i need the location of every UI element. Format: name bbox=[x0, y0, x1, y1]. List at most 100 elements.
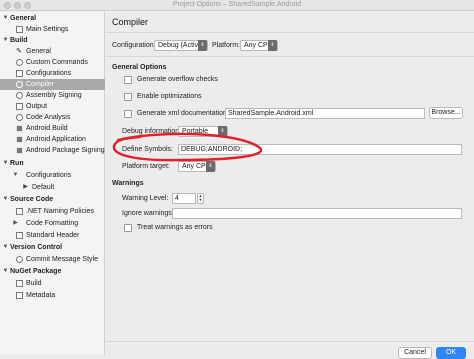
general-options-heading: General Options bbox=[112, 64, 167, 71]
sidebar-item-configurations[interactable]: Configurations bbox=[0, 68, 105, 79]
document-icon bbox=[16, 103, 23, 110]
sidebar-item-android-package-signing[interactable]: Android Package Signing bbox=[0, 145, 105, 156]
square-icon bbox=[16, 136, 23, 143]
disclosure-triangle-icon[interactable]: ▼ bbox=[2, 13, 9, 24]
treat-warnings-label: Treat warnings as errors bbox=[137, 224, 213, 231]
chevron-updown-icon: ⇕ bbox=[198, 40, 207, 51]
sidebar-item-default[interactable]: ▶ Default bbox=[0, 182, 105, 193]
sidebar-item-label: Standard Header bbox=[26, 232, 80, 239]
divider bbox=[106, 56, 474, 57]
sidebar-item-assembly-signing[interactable]: Assembly Signing bbox=[0, 90, 105, 101]
warning-level-value: 4 bbox=[175, 195, 179, 202]
gear-icon bbox=[16, 114, 23, 121]
play-icon: ▶ bbox=[23, 184, 28, 190]
sidebar-item-build-general[interactable]: ✎ General bbox=[0, 46, 105, 57]
sidebar-item-label: Compiler bbox=[26, 81, 55, 88]
sidebar-item-run-configurations[interactable]: ▼ Configurations bbox=[0, 170, 105, 181]
disclosure-triangle-icon[interactable]: ▼ bbox=[2, 266, 9, 277]
optimizations-checkbox[interactable] bbox=[124, 93, 132, 101]
debug-information-label: Debug information: bbox=[122, 128, 182, 135]
document-icon bbox=[16, 70, 23, 77]
document-icon bbox=[16, 292, 23, 299]
sidebar-item-output[interactable]: Output bbox=[0, 101, 105, 112]
gear-icon bbox=[16, 256, 23, 263]
ignore-warnings-field[interactable] bbox=[172, 208, 462, 219]
define-symbols-field[interactable]: DEBUG;ANDROID; bbox=[178, 144, 462, 155]
sidebar-item-label: .NET Naming Policies bbox=[26, 208, 94, 215]
platform-select[interactable]: Any CPU ⇕ bbox=[240, 40, 278, 51]
disclosure-triangle-icon[interactable]: ▼ bbox=[12, 170, 19, 181]
xml-doc-path-value: SharedSample.Android.xml bbox=[228, 110, 314, 117]
document-icon bbox=[16, 26, 23, 33]
xml-doc-path-field[interactable]: SharedSample.Android.xml bbox=[225, 108, 425, 119]
sidebar-item-label: Output bbox=[26, 103, 48, 110]
sidebar-item-label: Configurations bbox=[26, 70, 72, 77]
sidebar-item-naming-policies[interactable]: .NET Naming Policies bbox=[0, 206, 105, 217]
chevron-updown-icon: ⇕ bbox=[268, 40, 277, 51]
sidebar-item-label: Run bbox=[10, 160, 24, 167]
sidebar-section-source-code[interactable]: ▼ Source Code bbox=[0, 194, 105, 205]
disclosure-triangle-icon[interactable]: ▶ bbox=[12, 218, 19, 229]
warning-level-stepper[interactable]: ▲ ▼ bbox=[197, 193, 204, 204]
ok-button[interactable]: OK bbox=[436, 347, 466, 359]
page-title: Compiler bbox=[112, 17, 149, 27]
treat-warnings-checkbox[interactable] bbox=[124, 224, 132, 232]
configuration-label: Configuration: bbox=[112, 42, 156, 49]
sidebar-item-label: Code Formatting bbox=[26, 220, 79, 227]
disclosure-triangle-icon[interactable]: ▼ bbox=[2, 35, 9, 46]
sidebar-item-commit-message-style[interactable]: Commit Message Style bbox=[0, 254, 105, 265]
optimizations-label: Enable optimizations bbox=[137, 93, 202, 100]
divider bbox=[106, 32, 474, 33]
sidebar-item-label: Code Analysis bbox=[26, 114, 71, 121]
sidebar-item-code-analysis[interactable]: Code Analysis bbox=[0, 112, 105, 123]
sidebar-section-build[interactable]: ▼ Build bbox=[0, 35, 105, 46]
sidebar-item-label: Android Build bbox=[26, 125, 68, 132]
xml-doc-label: Generate xml documentation: bbox=[137, 110, 229, 117]
window-title: Project Options – SharedSample.Android bbox=[172, 1, 302, 8]
cancel-button[interactable]: Cancel bbox=[398, 347, 432, 359]
sidebar-item-nuget-build[interactable]: Build bbox=[0, 278, 105, 289]
sidebar-item-main-settings[interactable]: Main Settings bbox=[0, 24, 105, 35]
sidebar-item-android-build[interactable]: Android Build bbox=[0, 123, 105, 134]
sidebar-item-standard-header[interactable]: Standard Header bbox=[0, 230, 105, 241]
platform-target-select[interactable]: Any CPU ⇕ bbox=[178, 161, 216, 172]
sidebar-item-android-application[interactable]: Android Application bbox=[0, 134, 105, 145]
options-sidebar: ▼ General Main Settings ▼ Build ✎ Genera… bbox=[0, 12, 105, 355]
warnings-heading: Warnings bbox=[112, 180, 144, 187]
disclosure-triangle-icon[interactable]: ▼ bbox=[2, 194, 9, 205]
sidebar-section-run[interactable]: ▼ Run bbox=[0, 158, 105, 169]
xml-doc-checkbox[interactable] bbox=[124, 110, 132, 118]
wrench-icon: ✎ bbox=[16, 48, 22, 55]
debug-information-select[interactable]: Portable ⇕ bbox=[178, 126, 228, 137]
project-options-window: Project Options – SharedSample.Android ▼… bbox=[0, 0, 474, 359]
sidebar-item-label: Source Code bbox=[10, 196, 54, 203]
disclosure-triangle-icon[interactable]: ▼ bbox=[2, 242, 9, 253]
sidebar-item-custom-commands[interactable]: Custom Commands bbox=[0, 57, 105, 68]
define-symbols-value: DEBUG;ANDROID; bbox=[181, 146, 243, 153]
sidebar-section-general[interactable]: ▼ General bbox=[0, 13, 105, 24]
sidebar-item-label: General bbox=[26, 48, 51, 55]
square-icon bbox=[16, 125, 23, 132]
sidebar-item-label: Android Package Signing bbox=[26, 147, 105, 154]
browse-button[interactable]: Browse... bbox=[429, 107, 463, 119]
sidebar-item-metadata[interactable]: Metadata bbox=[0, 290, 105, 301]
sidebar-item-label: Commit Message Style bbox=[26, 256, 98, 263]
configuration-select[interactable]: Debug (Active) ⇕ bbox=[154, 40, 208, 51]
sidebar-item-label: Assembly Signing bbox=[26, 92, 82, 99]
sidebar-section-version-control[interactable]: ▼ Version Control bbox=[0, 242, 105, 253]
platform-target-label: Platform target: bbox=[122, 163, 170, 170]
chevron-updown-icon: ⇕ bbox=[206, 161, 215, 172]
overflow-checks-checkbox[interactable] bbox=[124, 76, 132, 84]
sidebar-item-label: NuGet Package bbox=[10, 268, 62, 275]
divider bbox=[106, 341, 474, 342]
sidebar-item-label: Build bbox=[26, 280, 42, 287]
title-bar: Project Options – SharedSample.Android bbox=[0, 0, 474, 11]
disclosure-triangle-icon[interactable]: ▼ bbox=[2, 158, 9, 169]
warning-level-field[interactable]: 4 bbox=[172, 193, 196, 204]
sidebar-item-label: Custom Commands bbox=[26, 59, 88, 66]
sidebar-section-nuget-package[interactable]: ▼ NuGet Package bbox=[0, 266, 105, 277]
document-icon bbox=[16, 232, 23, 239]
sidebar-item-compiler[interactable]: Compiler bbox=[0, 79, 105, 90]
sidebar-item-label: Build bbox=[10, 37, 28, 44]
sidebar-item-code-formatting[interactable]: ▶ Code Formatting bbox=[0, 218, 105, 229]
